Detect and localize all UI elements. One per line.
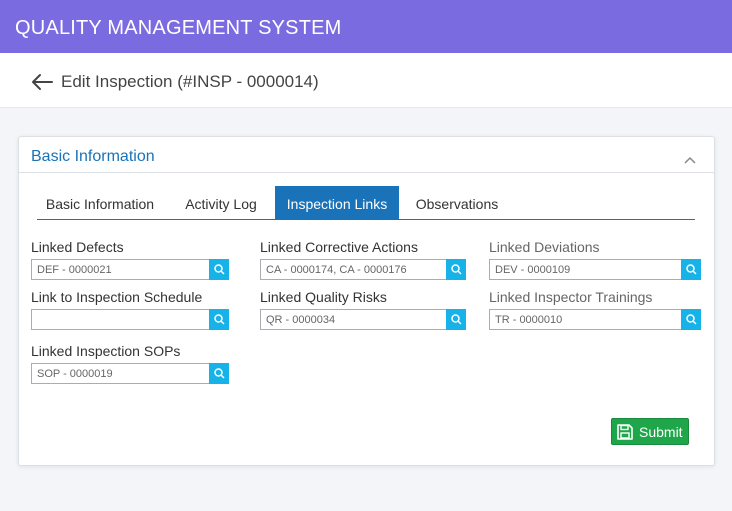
app-title: QUALITY MANAGEMENT SYSTEM — [15, 17, 342, 39]
search-icon — [214, 314, 225, 325]
linked-quality-risks-search-button[interactable] — [446, 309, 466, 330]
search-icon — [214, 264, 225, 275]
linked-quality-risks-input[interactable] — [260, 309, 446, 330]
search-icon — [451, 314, 462, 325]
tab-bar: Basic Information Activity Log Inspectio… — [37, 186, 695, 220]
tab-inspection-links[interactable]: Inspection Links — [275, 186, 399, 219]
linked-inspection-sops-input[interactable] — [31, 363, 209, 384]
link-to-inspection-schedule-input[interactable] — [31, 309, 209, 330]
link-to-inspection-schedule-lookup — [31, 309, 229, 330]
linked-deviations-lookup — [489, 259, 701, 280]
linked-defects-search-button[interactable] — [209, 259, 229, 280]
submit-label: Submit — [639, 424, 683, 440]
linked-defects-lookup — [31, 259, 229, 280]
search-icon — [686, 264, 697, 275]
page-title: Edit Inspection (#INSP - 0000014) — [61, 72, 319, 91]
link-to-inspection-schedule-label: Link to Inspection Schedule — [31, 289, 203, 305]
linked-inspector-trainings-label: Linked Inspector Trainings — [489, 289, 653, 305]
linked-inspector-trainings-search-button[interactable] — [681, 309, 701, 330]
linked-inspection-sops-search-button[interactable] — [209, 363, 229, 384]
linked-defects-label: Linked Defects — [31, 239, 124, 255]
search-icon — [451, 264, 462, 275]
card-header[interactable]: Basic Information — [19, 137, 714, 173]
tab-basic-information[interactable]: Basic Information — [37, 186, 163, 219]
linked-inspection-sops-label: Linked Inspection SOPs — [31, 343, 181, 359]
app-header: QUALITY MANAGEMENT SYSTEM — [0, 0, 732, 53]
linked-corrective-actions-lookup — [260, 259, 466, 280]
arrow-left-icon[interactable] — [30, 72, 54, 92]
linked-inspector-trainings-lookup — [489, 309, 701, 330]
linked-deviations-label: Linked Deviations — [489, 239, 600, 255]
tab-activity-log[interactable]: Activity Log — [169, 186, 273, 219]
linked-inspection-sops-lookup — [31, 363, 229, 384]
floppy-disk-icon — [616, 423, 634, 444]
linked-corrective-actions-search-button[interactable] — [446, 259, 466, 280]
page-header: Edit Inspection (#INSP - 0000014) — [0, 53, 732, 108]
link-to-inspection-schedule-search-button[interactable] — [209, 309, 229, 330]
search-icon — [686, 314, 697, 325]
linked-inspector-trainings-input[interactable] — [489, 309, 681, 330]
linked-corrective-actions-input[interactable] — [260, 259, 446, 280]
card-title: Basic Information — [31, 148, 155, 165]
chevron-up-icon[interactable] — [684, 151, 696, 164]
basic-information-card: Basic Information Basic Information Acti… — [18, 136, 715, 466]
linked-deviations-search-button[interactable] — [681, 259, 701, 280]
linked-deviations-input[interactable] — [489, 259, 681, 280]
tab-observations[interactable]: Observations — [407, 186, 507, 219]
search-icon — [214, 368, 225, 379]
linked-defects-input[interactable] — [31, 259, 209, 280]
linked-quality-risks-label: Linked Quality Risks — [260, 289, 387, 305]
linked-quality-risks-lookup — [260, 309, 466, 330]
linked-corrective-actions-label: Linked Corrective Actions — [260, 239, 418, 255]
submit-button[interactable]: Submit — [611, 418, 689, 445]
